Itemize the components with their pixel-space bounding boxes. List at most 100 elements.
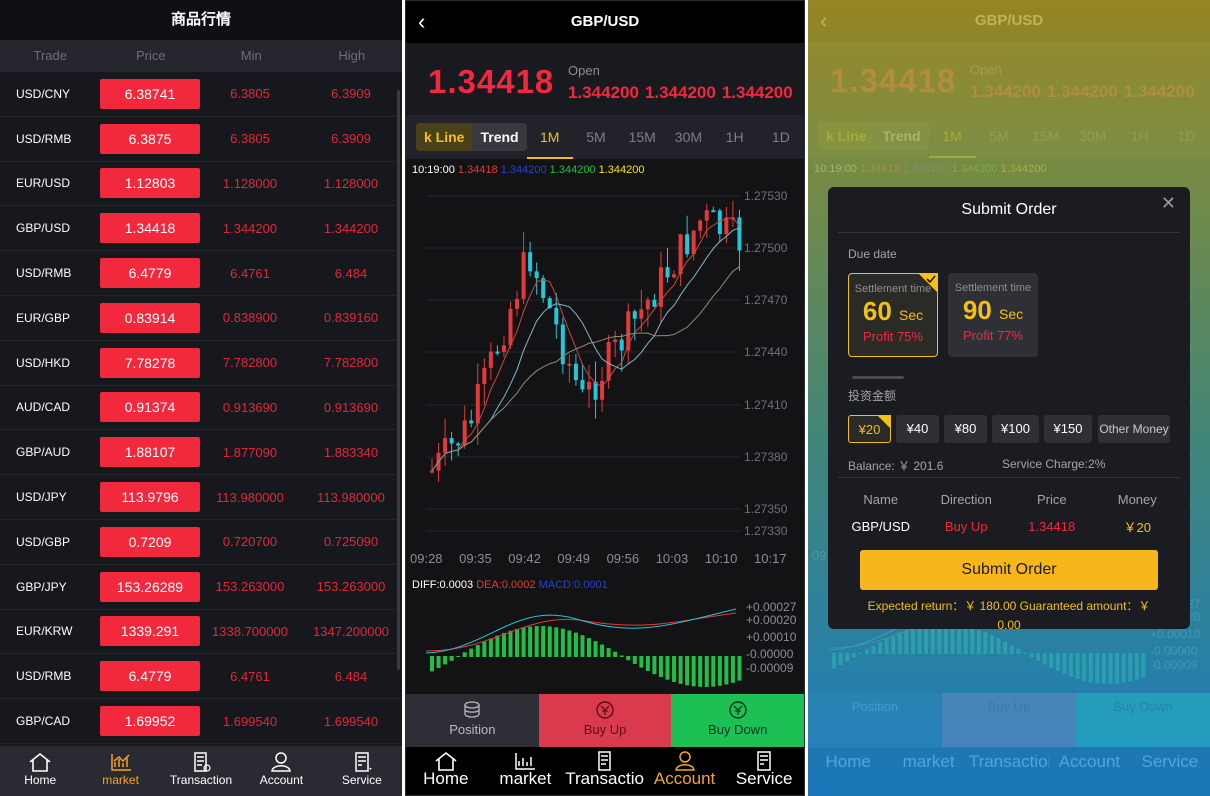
high-value: 0.839160 xyxy=(323,310,379,326)
market-row[interactable]: EUR/KRW 1339.291 1338.700000 1347.200000 xyxy=(0,610,402,655)
buy-down-button[interactable]: Buy Down xyxy=(671,694,804,748)
pair-title: GBP/USD xyxy=(570,13,640,30)
submit-order-button[interactable]: Submit Order xyxy=(860,550,1158,590)
scrollbar[interactable] xyxy=(397,90,400,670)
min-value: 1.699540 xyxy=(222,713,278,729)
open-label: Open xyxy=(568,63,600,78)
tab-account[interactable]: Account xyxy=(241,746,321,796)
candle-body xyxy=(613,339,618,342)
order-panel: ‹ GBP/USD 1.34418 Open 1.3442001.3442001… xyxy=(808,0,1210,796)
tab-label: Service xyxy=(341,773,382,787)
market-row[interactable]: EUR/GBP 0.83914 0.838900 0.839160 xyxy=(0,296,402,341)
candle-body xyxy=(606,341,611,381)
amount-option-80[interactable]: ¥80 xyxy=(944,415,987,443)
amount-option-20[interactable]: ¥20 xyxy=(848,415,891,443)
pair-symbol: USD/RMB xyxy=(16,266,72,281)
amount-option-150[interactable]: ¥150 xyxy=(1044,415,1092,443)
candle-body xyxy=(580,380,585,390)
amount-option-40[interactable]: ¥40 xyxy=(896,415,939,443)
card-label: Settlement time xyxy=(954,282,1032,294)
back-icon[interactable]: ‹ xyxy=(418,1,425,43)
amount-option-100[interactable]: ¥100 xyxy=(992,415,1039,443)
market-row[interactable]: GBP/JPY 153.26289 153.263000 153.263000 xyxy=(0,565,402,610)
macd-bar xyxy=(678,656,683,684)
market-row[interactable]: USD/GBP 0.7209 0.720700 0.725090 xyxy=(0,520,402,565)
macd-diff: DIFF:0.0003 xyxy=(412,579,474,591)
timeframe-1h[interactable]: 1H xyxy=(712,115,758,159)
price-badge: 0.91374 xyxy=(100,392,200,423)
tab-trend[interactable]: Trend xyxy=(472,123,526,151)
home-icon xyxy=(435,751,457,771)
tab-home[interactable]: Home xyxy=(406,747,486,795)
price-badge: 1.69952 xyxy=(100,706,200,737)
close-icon[interactable]: ✕ xyxy=(1161,193,1176,214)
tab-label: Transaction xyxy=(169,773,233,787)
tab-kline[interactable]: k Line xyxy=(416,123,473,151)
card-seconds: 60 Sec xyxy=(849,296,937,327)
macd-bar xyxy=(724,656,729,685)
market-row[interactable]: USD/JPY 113.9796 113.980000 113.980000 xyxy=(0,475,402,520)
price-tick-label: 1.27530 xyxy=(744,189,788,203)
macd-bar xyxy=(626,656,631,661)
tab-transaction[interactable]: Transaction xyxy=(161,746,241,796)
tab-service[interactable]: Service xyxy=(322,746,402,796)
chart-icon xyxy=(110,754,131,771)
candle-body xyxy=(515,298,520,309)
market-row[interactable]: GBP/CAD 1.69952 1.699540 1.699540 xyxy=(0,699,402,744)
amount-value: ¥40 xyxy=(906,421,929,436)
timeframe-1m[interactable]: 1M xyxy=(526,115,573,159)
tab-transaction[interactable]: Transaction xyxy=(565,747,645,795)
market-row[interactable]: GBP/AUD 1.88107 1.877090 1.883340 xyxy=(0,430,402,476)
settlement-card-90[interactable]: Settlement time 90 Sec Profit 77% xyxy=(948,273,1038,357)
other-money-button[interactable]: Other Money xyxy=(1098,415,1170,443)
candle-body xyxy=(645,299,650,310)
pair-symbol: EUR/USD xyxy=(16,176,71,191)
time-tick-label: 09:28 xyxy=(410,551,443,566)
service-icon xyxy=(355,752,372,772)
market-panel: 商品行情 Trade Price Min High USD/CNY 6.38741… xyxy=(0,0,402,796)
column-header-trade: Trade xyxy=(33,48,67,63)
pair-symbol: USD/GBP xyxy=(16,534,71,549)
tab-service[interactable]: Service xyxy=(724,747,804,795)
settlement-card-60[interactable]: Settlement time 60 Sec Profit 75% xyxy=(848,273,938,357)
service-charge-text: Service Charge:2% xyxy=(1002,457,1106,471)
market-row[interactable]: USD/RMB 6.4779 6.4761 6.484 xyxy=(0,654,402,700)
macd-bar xyxy=(534,626,539,657)
timeframe-5m[interactable]: 5M xyxy=(573,115,619,159)
tab-account[interactable]: Account xyxy=(645,747,725,795)
timeframe-30m[interactable]: 30M xyxy=(665,115,711,159)
macd-bar xyxy=(547,626,552,657)
buy-up-button[interactable]: Buy Up xyxy=(538,694,672,748)
candle-body xyxy=(534,271,539,279)
tab-label: Home xyxy=(423,769,469,788)
tab-home[interactable]: Home xyxy=(0,746,80,796)
candle-body xyxy=(724,217,729,234)
market-row[interactable]: GBP/USD 1.34418 1.344200 1.344200 xyxy=(0,206,402,252)
tab-label: Transaction xyxy=(565,769,645,788)
market-row[interactable]: AUD/CAD 0.91374 0.913690 0.913690 xyxy=(0,386,402,431)
candlestick-chart[interactable]: 1.27530 1.27500 1.27470 1.27440 1.27410 1.273… xyxy=(406,181,805,691)
amount-value: ¥150 xyxy=(1053,421,1083,436)
candle-body xyxy=(619,339,624,351)
market-row[interactable]: EUR/USD 1.12803 1.128000 1.128000 xyxy=(0,162,402,207)
card-profit: Profit 77% xyxy=(963,328,1023,343)
candle-body xyxy=(567,363,572,366)
market-row[interactable]: USD/RMB 6.3875 6.3805 6.3909 xyxy=(0,117,402,162)
price-badge: 0.7209 xyxy=(100,526,200,557)
market-row[interactable]: USD/RMB 6.4779 6.4761 6.484 xyxy=(0,251,402,296)
tab-market[interactable]: market xyxy=(80,746,160,796)
timeframe-1d[interactable]: 1D xyxy=(758,115,804,159)
macd-bar xyxy=(501,632,506,657)
tab-label: Account xyxy=(259,773,304,787)
price-badge: 7.78278 xyxy=(100,347,200,378)
tab-market[interactable]: market xyxy=(486,747,566,795)
candle-body xyxy=(672,274,677,278)
nav-bar: ‹ GBP/USD xyxy=(406,1,804,43)
macd-bar xyxy=(469,648,474,657)
position-button[interactable]: Position xyxy=(406,694,539,748)
user-icon xyxy=(271,752,292,772)
candle-legend: 10:19:00 1.34418 1.344200 1.344200 1.344… xyxy=(406,159,804,181)
market-row[interactable]: USD/CNY 6.38741 6.3805 6.3909 xyxy=(0,72,402,117)
timeframe-15m[interactable]: 15M xyxy=(619,115,665,159)
market-row[interactable]: USD/HKD 7.78278 7.782800 7.782800 xyxy=(0,341,402,386)
